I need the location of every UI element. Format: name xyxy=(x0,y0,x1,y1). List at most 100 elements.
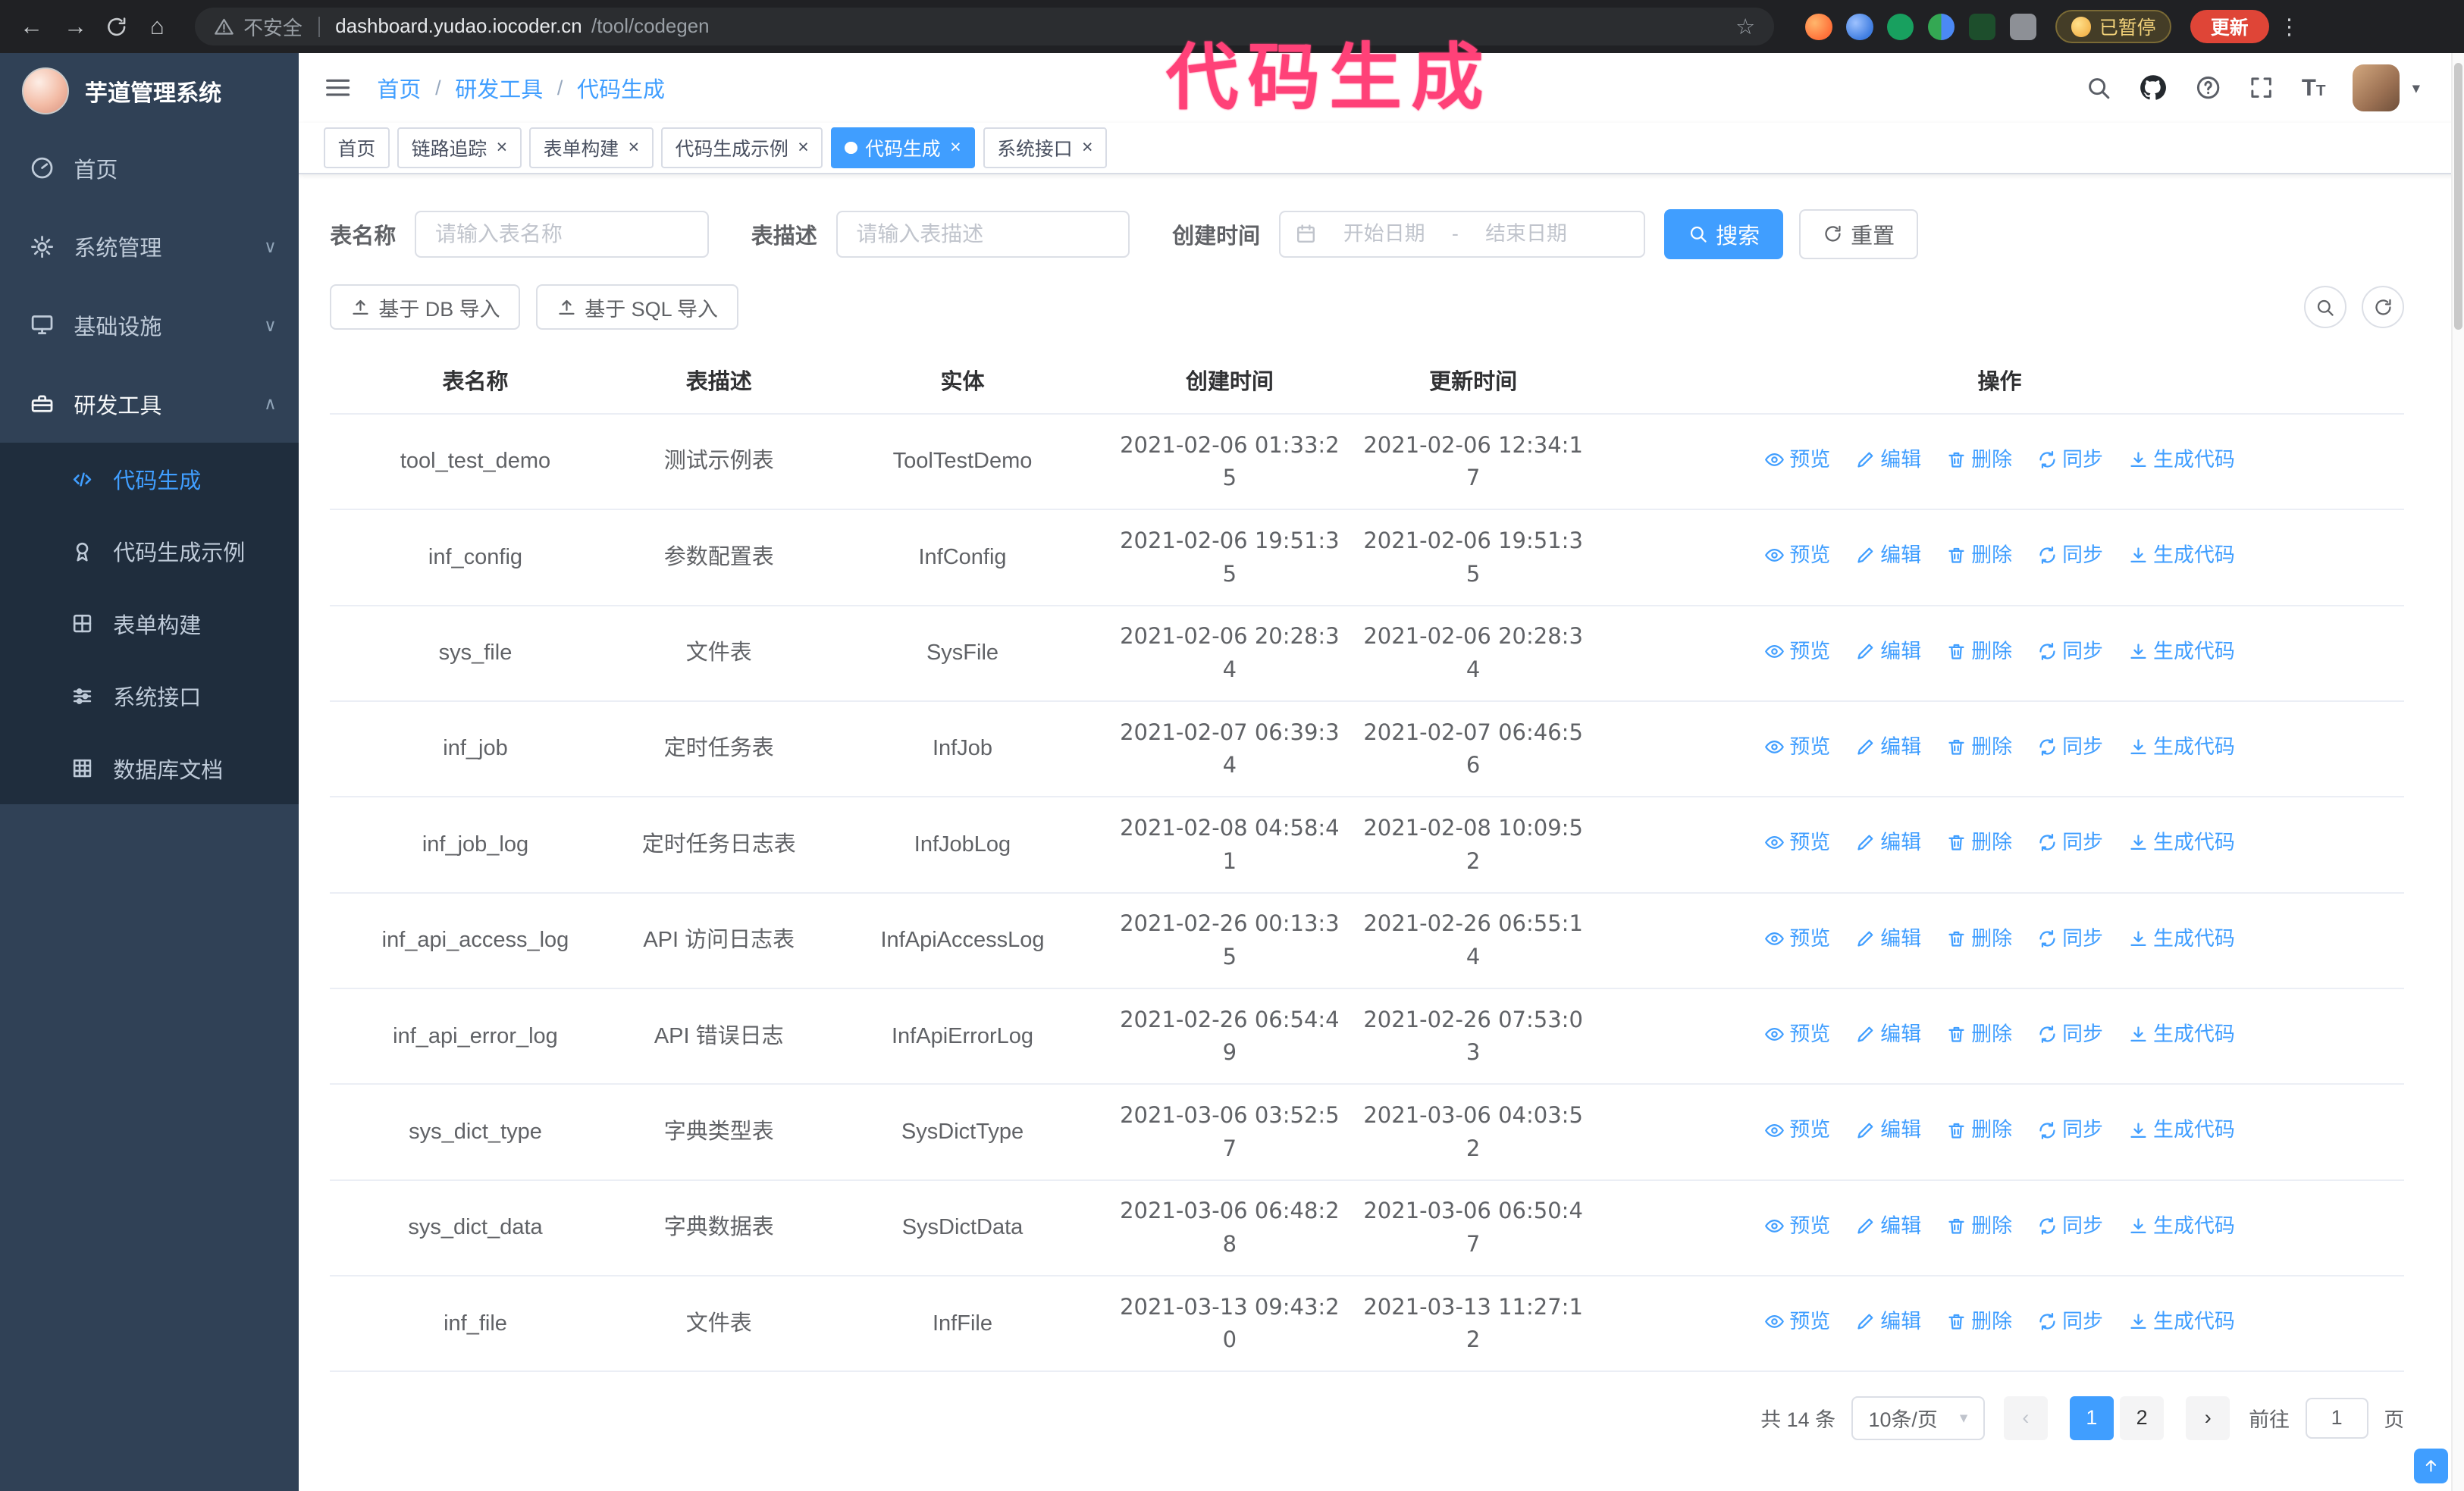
tab-close-icon[interactable]: × xyxy=(497,138,508,157)
sync-link[interactable]: 同步 xyxy=(2037,443,2103,477)
paused-badge[interactable]: 已暂停 xyxy=(2055,10,2172,43)
tab-item-3[interactable]: 代码生成示例 × xyxy=(661,127,823,168)
sidebar-item-infra[interactable]: 基础设施 ∨ xyxy=(0,286,299,365)
scrollbar-thumb[interactable] xyxy=(2454,62,2462,330)
refresh-table-button[interactable] xyxy=(2362,286,2405,329)
edit-link[interactable]: 编辑 xyxy=(1855,443,1921,477)
next-page-button[interactable]: › xyxy=(2186,1395,2230,1440)
generate-link[interactable]: 生成代码 xyxy=(2128,1114,2235,1147)
preview-link[interactable]: 预览 xyxy=(1764,1018,1830,1051)
hamburger-icon[interactable] xyxy=(324,74,352,102)
page-button-1[interactable]: 1 xyxy=(2069,1395,2114,1440)
import-sql-button[interactable]: 基于 SQL 导入 xyxy=(536,284,738,330)
forward-button[interactable]: → xyxy=(57,13,95,40)
delete-link[interactable]: 删除 xyxy=(1946,1305,2012,1339)
tab-item-4[interactable]: 代码生成 × xyxy=(830,127,976,168)
tab-item-5[interactable]: 系统接口 × xyxy=(983,127,1108,168)
date-range-picker[interactable]: - xyxy=(1278,210,1645,258)
reload-button[interactable] xyxy=(101,15,132,39)
preview-link[interactable]: 预览 xyxy=(1764,1114,1830,1147)
sync-link[interactable]: 同步 xyxy=(2037,1114,2103,1147)
delete-link[interactable]: 删除 xyxy=(1946,731,2012,764)
sync-link[interactable]: 同步 xyxy=(2037,731,2103,764)
page-button-2[interactable]: 2 xyxy=(2120,1395,2165,1440)
edit-link[interactable]: 编辑 xyxy=(1855,635,1921,669)
edit-link[interactable]: 编辑 xyxy=(1855,1210,1921,1243)
generate-link[interactable]: 生成代码 xyxy=(2128,1305,2235,1339)
home-button[interactable]: ⌂ xyxy=(138,13,176,40)
toggle-search-button[interactable] xyxy=(2303,286,2346,329)
table-name-input[interactable] xyxy=(415,210,709,258)
help-icon[interactable] xyxy=(2195,74,2221,101)
generate-link[interactable]: 生成代码 xyxy=(2128,1018,2235,1051)
address-bar[interactable]: 不安全 dashboard.yudao.iocoder.cn/tool/code… xyxy=(194,8,1774,46)
delete-link[interactable]: 删除 xyxy=(1946,539,2012,572)
sync-link[interactable]: 同步 xyxy=(2037,1305,2103,1339)
people-extension-icon[interactable] xyxy=(1928,13,1955,40)
tab-close-icon[interactable]: × xyxy=(950,138,961,157)
generate-link[interactable]: 生成代码 xyxy=(2128,539,2235,572)
page-size-select[interactable]: 10条/页 ▾ xyxy=(1851,1395,1985,1440)
import-db-button[interactable]: 基于 DB 导入 xyxy=(330,284,521,330)
edit-link[interactable]: 编辑 xyxy=(1855,1305,1921,1339)
tab-item-2[interactable]: 表单构建 × xyxy=(529,127,654,168)
delete-link[interactable]: 删除 xyxy=(1946,826,2012,860)
drop-extension-icon[interactable] xyxy=(1846,13,1873,40)
breadcrumb-devtools[interactable]: 研发工具 xyxy=(455,72,543,104)
start-date-input[interactable] xyxy=(1324,222,1444,246)
font-size-icon[interactable]: TT xyxy=(2302,74,2326,102)
update-button[interactable]: 更新 xyxy=(2190,10,2269,43)
delete-link[interactable]: 删除 xyxy=(1946,1018,2012,1051)
sidebar-subitem-system-api[interactable]: 系统接口 xyxy=(0,659,299,731)
avatar[interactable] xyxy=(2352,64,2400,112)
delete-link[interactable]: 删除 xyxy=(1946,922,2012,956)
preview-link[interactable]: 预览 xyxy=(1764,635,1830,669)
search-icon[interactable] xyxy=(2085,74,2111,101)
tab-item-0[interactable]: 首页 xyxy=(323,127,390,168)
edit-link[interactable]: 编辑 xyxy=(1855,731,1921,764)
breadcrumb-current[interactable]: 代码生成 xyxy=(577,72,665,104)
edit-link[interactable]: 编辑 xyxy=(1855,1018,1921,1051)
tab-close-icon[interactable]: × xyxy=(629,138,640,157)
reset-button[interactable]: 重置 xyxy=(1798,208,1919,259)
preview-link[interactable]: 预览 xyxy=(1764,1210,1830,1243)
generate-link[interactable]: 生成代码 xyxy=(2128,1210,2235,1243)
delete-link[interactable]: 删除 xyxy=(1946,1114,2012,1147)
backtop-button[interactable] xyxy=(2413,1449,2449,1483)
leaf-extension-icon[interactable] xyxy=(1968,13,1996,40)
sidebar-item-dev-tools[interactable]: 研发工具 ∧ xyxy=(0,365,299,443)
github-icon[interactable] xyxy=(2138,73,2168,102)
sidebar-item-system[interactable]: 系统管理 ∨ xyxy=(0,208,299,287)
breadcrumb-home[interactable]: 首页 xyxy=(377,72,421,104)
delete-link[interactable]: 删除 xyxy=(1946,635,2012,669)
search-button[interactable]: 搜索 xyxy=(1663,208,1784,259)
sync-link[interactable]: 同步 xyxy=(2037,922,2103,956)
table-desc-input[interactable] xyxy=(835,210,1130,258)
end-date-input[interactable] xyxy=(1466,222,1586,246)
sync-link[interactable]: 同步 xyxy=(2037,539,2103,572)
delete-link[interactable]: 删除 xyxy=(1946,443,2012,477)
sidebar-subitem-db-doc[interactable]: 数据库文档 xyxy=(0,732,299,804)
goto-page-input[interactable] xyxy=(2305,1397,2368,1439)
preview-link[interactable]: 预览 xyxy=(1764,539,1830,572)
sidebar-item-home[interactable]: 首页 xyxy=(0,129,299,208)
sync-link[interactable]: 同步 xyxy=(2037,635,2103,669)
sync-link[interactable]: 同步 xyxy=(2037,826,2103,860)
fox-extension-icon[interactable] xyxy=(1805,13,1832,40)
edit-link[interactable]: 编辑 xyxy=(1855,826,1921,860)
edit-link[interactable]: 编辑 xyxy=(1855,922,1921,956)
preview-link[interactable]: 预览 xyxy=(1764,1305,1830,1339)
puzzle-extension-icon[interactable] xyxy=(2009,13,2037,40)
generate-link[interactable]: 生成代码 xyxy=(2128,443,2235,477)
edit-link[interactable]: 编辑 xyxy=(1855,539,1921,572)
sidebar-subitem-codegen-example[interactable]: 代码生成示例 xyxy=(0,515,299,587)
caret-down-icon[interactable]: ▾ xyxy=(2412,79,2420,98)
generate-link[interactable]: 生成代码 xyxy=(2128,635,2235,669)
delete-link[interactable]: 删除 xyxy=(1946,1210,2012,1243)
prev-page-button[interactable]: ‹ xyxy=(2003,1395,2048,1440)
tab-close-icon[interactable]: × xyxy=(798,138,809,157)
sidebar-subitem-form-builder[interactable]: 表单构建 xyxy=(0,587,299,659)
tab-item-1[interactable]: 链路追踪 × xyxy=(397,127,522,168)
back-button[interactable]: ← xyxy=(13,13,51,40)
bookmark-star-icon[interactable]: ☆ xyxy=(1735,14,1755,40)
